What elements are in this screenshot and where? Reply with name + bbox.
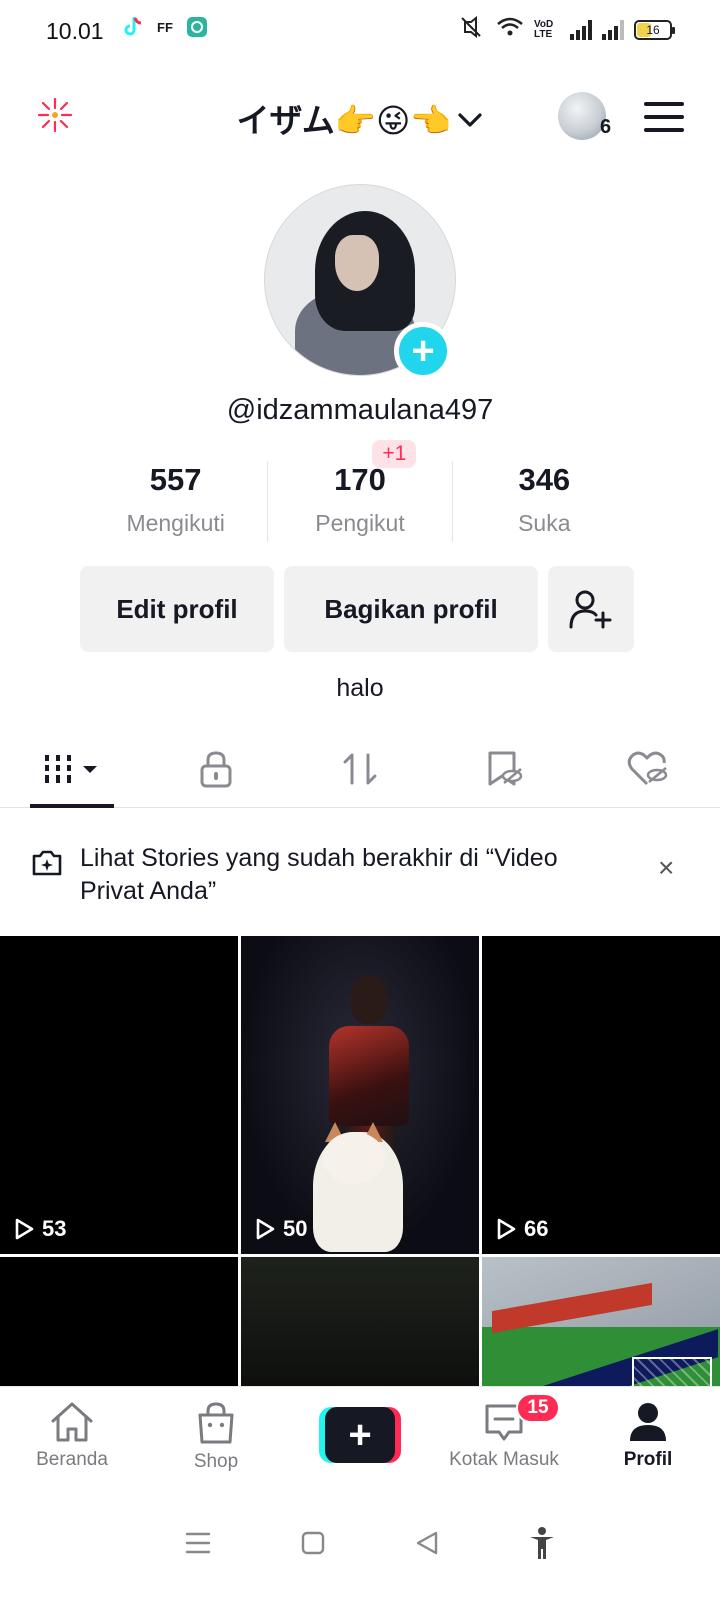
home-icon (51, 1402, 93, 1442)
likes-label: Suka (518, 510, 571, 536)
profile-actions: Edit profil Bagikan profil (80, 566, 634, 652)
video-thumbnail[interactable]: 66 (482, 936, 720, 1254)
profile-stats: 557 Mengikuti +1 170 Pengikut 346 Suka (84, 440, 636, 542)
status-indicators: VoD LTE 16 (456, 15, 675, 43)
tab-favorites-hidden[interactable] (432, 730, 576, 807)
ff-app-icon: FF (157, 19, 173, 35)
chevron-down-icon (457, 99, 483, 137)
stat-likes[interactable]: 346 Suka (451, 462, 636, 542)
nav-home[interactable]: Beranda (0, 1387, 144, 1486)
friends-stories-count: 6 (600, 116, 612, 138)
accessibility-icon[interactable] (528, 1526, 556, 1565)
banner-message: Lihat Stories yang sudah berakhir di “Vi… (80, 844, 558, 905)
volte-label: VoD LTE (534, 18, 554, 40)
following-count: 557 (149, 462, 202, 497)
likes-count: 346 (518, 462, 571, 497)
account-switcher[interactable]: イザム👉😜👈 (0, 94, 720, 142)
grid-icon (45, 754, 97, 783)
wifi-icon (496, 16, 524, 43)
view-count-value: 50 (283, 1216, 308, 1241)
add-story-plus-icon[interactable]: + (394, 322, 452, 380)
video-grid: 53 50 66 (0, 936, 720, 1419)
bookmark-hidden-icon (488, 751, 523, 785)
tab-videos[interactable] (0, 730, 144, 808)
tab-liked-hidden[interactable] (576, 730, 720, 807)
new-followers-badge: +1 (372, 440, 417, 468)
nav-create[interactable]: + (288, 1387, 432, 1486)
recent-apps-icon[interactable] (184, 1530, 212, 1561)
content-tabs (0, 730, 720, 808)
nav-inbox-label: Kotak Masuk (449, 1449, 559, 1470)
view-count: 50 (255, 1216, 307, 1242)
heart-hidden-icon (627, 751, 668, 785)
tab-reposts[interactable] (288, 730, 432, 807)
system-navigation-bar (0, 1490, 720, 1600)
stat-following[interactable]: 557 Mengikuti (84, 462, 267, 542)
username: @idzammaulana497 (226, 394, 494, 426)
nav-shop-label: Shop (193, 1451, 239, 1472)
mute-icon (456, 15, 486, 43)
play-icon (15, 1218, 34, 1240)
status-app-icons: FF (122, 16, 208, 38)
battery-icon: 16 (634, 19, 675, 40)
signal-1-icon (570, 19, 592, 40)
video-thumbnail[interactable]: 53 (0, 936, 238, 1254)
view-count: 66 (496, 1216, 548, 1242)
account-name: イザム👉😜👈 (236, 102, 452, 139)
home-square-icon[interactable] (300, 1530, 326, 1561)
profile-person-icon (630, 1403, 666, 1441)
edit-profile-button[interactable]: Edit profil (80, 566, 274, 652)
nav-inbox[interactable]: 15 Kotak Masuk (432, 1387, 576, 1486)
battery-level: 16 (646, 22, 660, 37)
bottom-navigation: Beranda Shop + 15 Kotak Masuk Profil (0, 1386, 720, 1486)
play-icon (497, 1218, 516, 1240)
back-icon[interactable] (414, 1530, 440, 1561)
expired-stories-banner[interactable]: Lihat Stories yang sudah berakhir di “Vi… (0, 830, 720, 920)
view-count-value: 53 (42, 1216, 67, 1241)
tiktok-app-icon (122, 16, 144, 38)
menu-icon[interactable] (644, 102, 684, 132)
followers-count: 170 (334, 462, 386, 497)
status-bar: 10.01 FF VoD LTE 16 (0, 0, 720, 64)
add-friend-button[interactable] (548, 566, 634, 652)
add-user-icon (569, 590, 612, 629)
signal-2-icon (602, 19, 624, 40)
stat-followers[interactable]: +1 170 Pengikut (267, 440, 451, 542)
followers-label: Pengikut (315, 510, 405, 536)
profile-header: イザム👉😜👈 6 (0, 80, 720, 150)
nav-profile[interactable]: Profil (576, 1387, 720, 1486)
inbox-unread-badge: 15 (516, 1393, 560, 1423)
video-thumbnail[interactable]: 50 (241, 936, 479, 1254)
view-count: 53 (14, 1216, 66, 1242)
close-icon[interactable]: × (658, 852, 674, 884)
repost-icon (343, 753, 377, 784)
status-time: 10.01 (46, 18, 104, 44)
nav-shop[interactable]: Shop (144, 1387, 288, 1486)
create-video-button[interactable]: + (319, 1407, 401, 1463)
lock-icon (200, 750, 232, 787)
profile-avatar-container: + (264, 184, 456, 380)
share-profile-button[interactable]: Bagikan profil (284, 566, 538, 652)
nav-home-label: Beranda (36, 1449, 108, 1470)
view-count-value: 66 (524, 1216, 549, 1241)
play-icon (256, 1218, 275, 1240)
tab-private[interactable] (144, 730, 288, 807)
camera-sparkle-icon (30, 848, 64, 883)
friends-stories-avatar[interactable] (558, 92, 606, 140)
shopping-bag-icon (198, 1402, 234, 1444)
create-plus-icon: + (325, 1407, 395, 1463)
nav-profile-label: Profil (623, 1449, 673, 1470)
profile-bio: halo (336, 674, 384, 702)
following-label: Mengikuti (126, 510, 225, 536)
chat-app-icon (186, 16, 208, 38)
